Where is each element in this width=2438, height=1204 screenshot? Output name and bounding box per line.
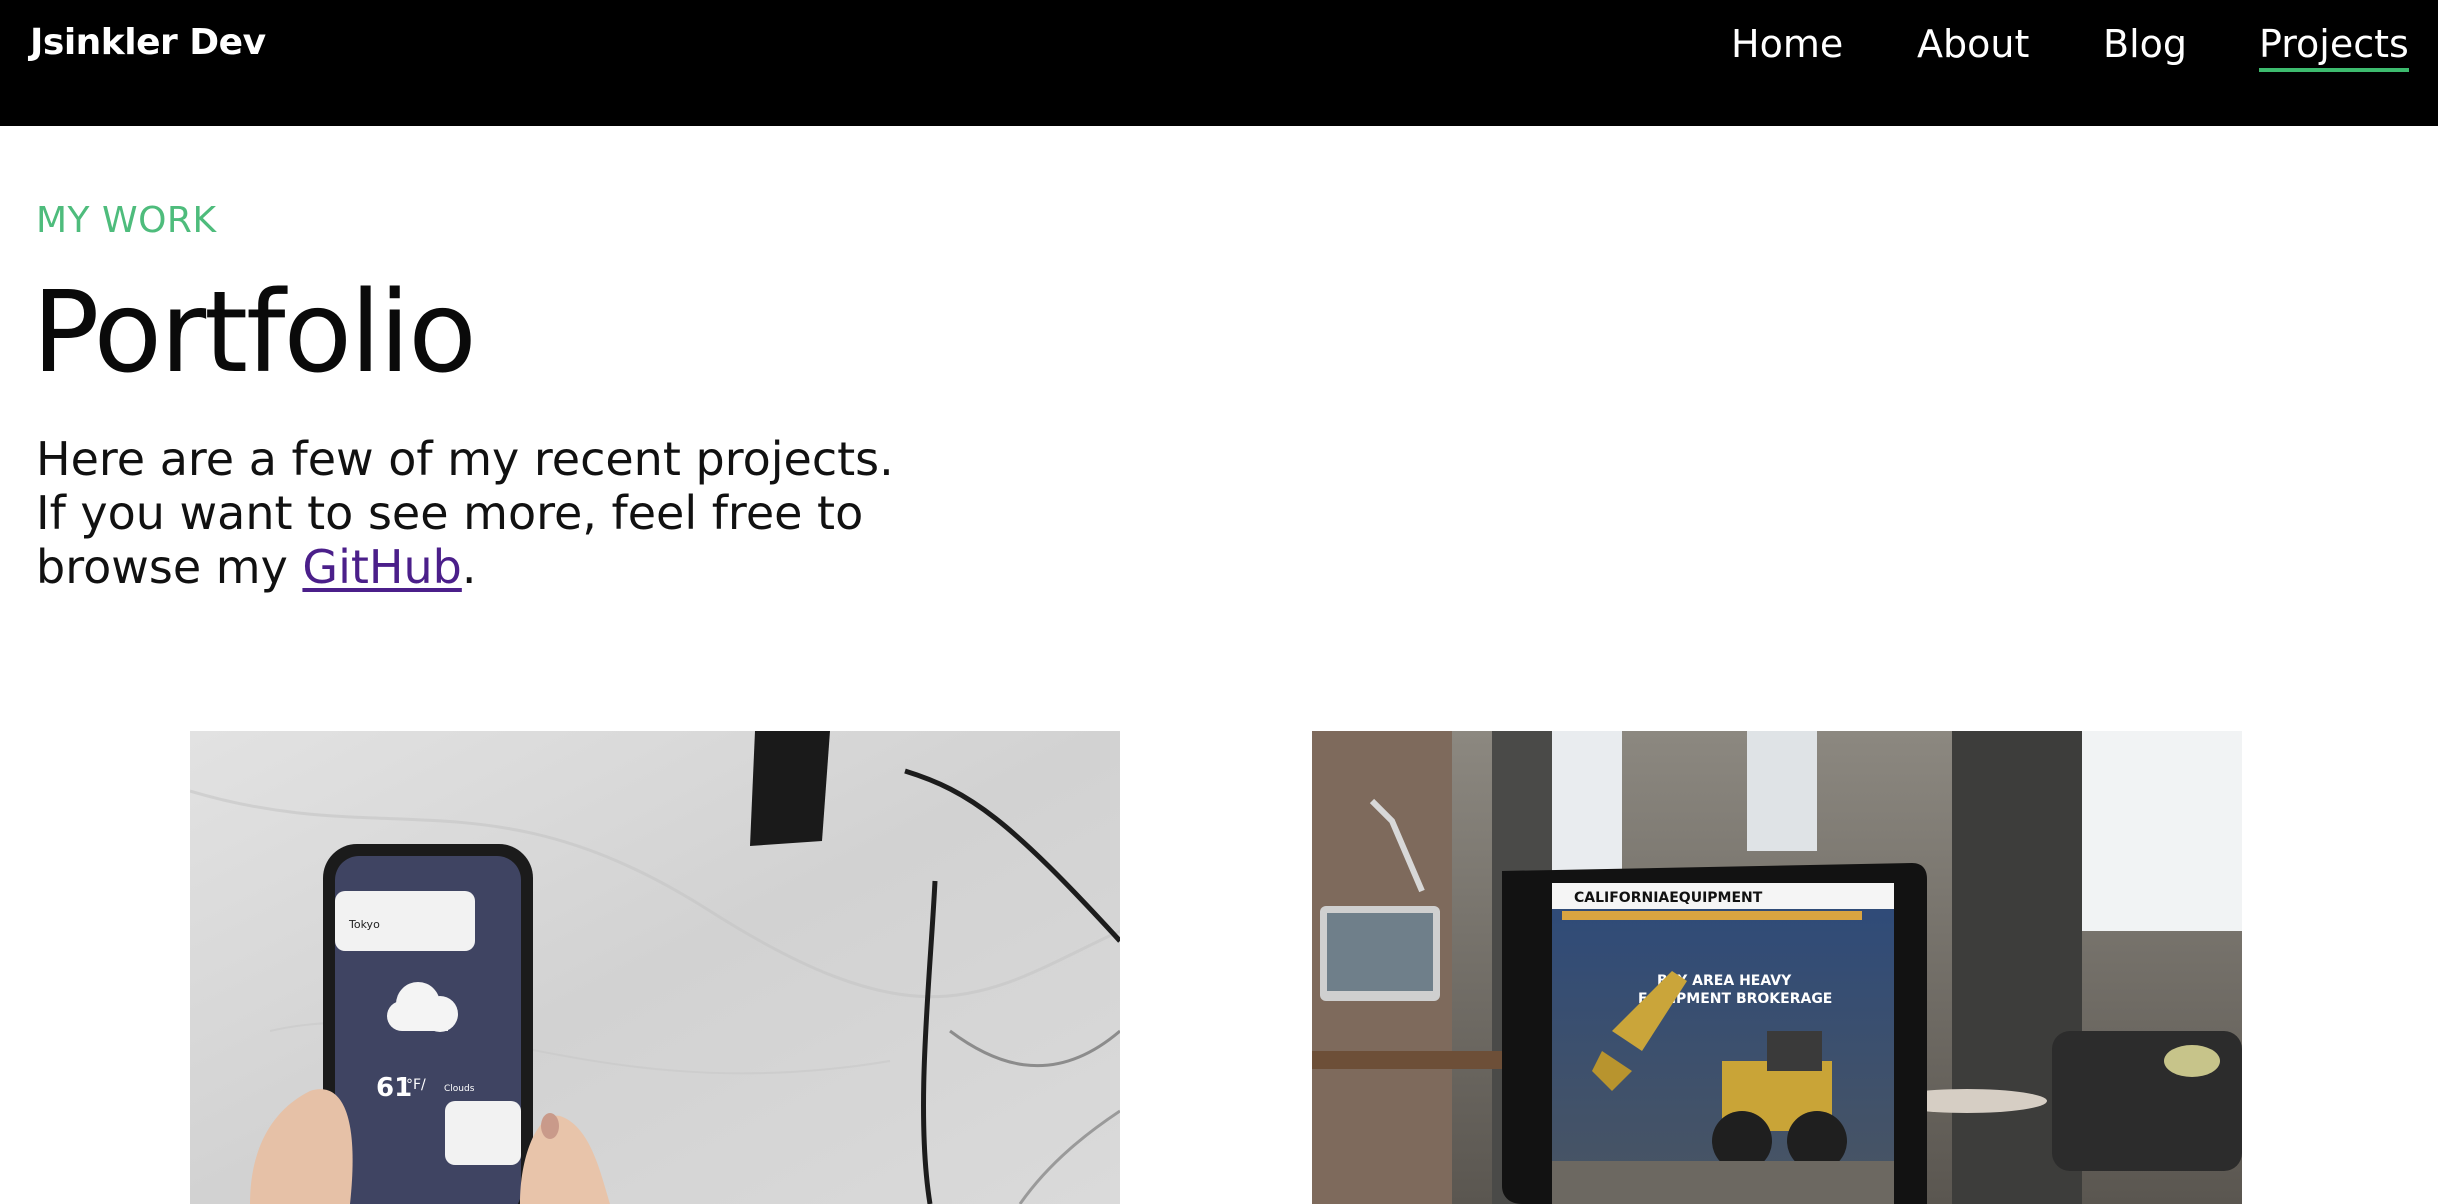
phone-city: Tokyo [348, 918, 380, 931]
site-brand[interactable]: Jsinkler Dev [30, 22, 266, 63]
site-logo: CALIFORNIAEQUIPMENT [1574, 890, 1763, 906]
nav-link-projects[interactable]: Projects [2259, 20, 2409, 72]
phone-condition: Clouds [444, 1084, 475, 1094]
nav-link-home[interactable]: Home [1731, 20, 1843, 68]
intro-paragraph: Here are a few of my recent projects. If… [36, 432, 936, 594]
github-link[interactable]: GitHub [302, 540, 461, 594]
project-card-weather-app[interactable]: Tokyo 61 °F/ Clouds [190, 731, 1120, 1204]
intro-end: . [461, 540, 477, 594]
weather-app-photo: Tokyo 61 °F/ Clouds [190, 731, 1120, 1204]
equipment-site-photo: CALIFORNIAEQUIPMENT BAY AREA HEAVY EQUIP… [1312, 731, 2242, 1204]
project-card-equipment-site[interactable]: CALIFORNIAEQUIPMENT BAY AREA HEAVY EQUIP… [1312, 731, 2242, 1204]
page-title: Portfolio [32, 268, 477, 398]
phone-unit: °F/ [406, 1077, 426, 1093]
section-eyebrow: MY WORK [36, 200, 217, 241]
top-navbar: Jsinkler Dev Home About Blog Projects [0, 0, 2438, 126]
nav-link-about[interactable]: About [1917, 20, 2029, 68]
nav-link-blog[interactable]: Blog [2103, 20, 2187, 68]
